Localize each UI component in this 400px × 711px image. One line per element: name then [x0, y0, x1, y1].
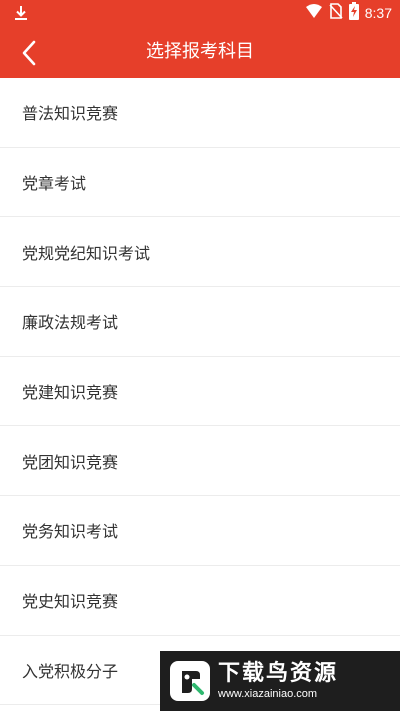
exam-subject-item[interactable]: 党章考试: [0, 148, 400, 218]
toolbar: 选择报考科目: [0, 26, 400, 78]
exam-subject-label: 廉政法规考试: [22, 313, 119, 333]
exam-subject-item[interactable]: 廉政法规考试: [0, 287, 400, 357]
exam-subject-item[interactable]: 普法知识竞赛: [0, 78, 400, 148]
exam-subject-item[interactable]: 党规党纪知识考试: [0, 217, 400, 288]
status-bar: 8:37: [0, 0, 400, 26]
exam-subject-label: 党团知识竞赛: [22, 452, 119, 472]
exam-subject-item[interactable]: 党务知识考试: [0, 496, 400, 566]
back-button[interactable]: [12, 36, 46, 70]
bird-logo-icon: [170, 661, 210, 701]
app-header: 8:37 选择报考科目: [0, 0, 400, 78]
watermark-url: www.xiazainiao.com: [218, 688, 318, 700]
exam-subject-list: 普法知识竞赛 党章考试 党规党纪知识考试 廉政法规考试 党建知识竞赛 党团知识竞…: [0, 78, 400, 706]
status-time: 8:37: [364, 5, 392, 21]
exam-subject-item[interactable]: 党史知识竞赛: [0, 566, 400, 636]
watermark-banner: 下载鸟资源 www.xiazainiao.com: [160, 651, 400, 711]
exam-subject-label: 党史知识竞赛: [22, 592, 119, 612]
watermark-text: 下载鸟资源 www.xiazainiao.com: [218, 661, 338, 701]
exam-subject-label: 入党积极分子: [22, 661, 119, 681]
watermark-title: 下载鸟资源: [218, 661, 339, 686]
exam-subject-label: 党章考试: [22, 174, 87, 194]
exam-subject-label: 党务知识考试: [22, 522, 119, 542]
no-sim-icon: [329, 3, 343, 23]
page-title: 选择报考科目: [146, 41, 254, 62]
exam-subject-label: 党规党纪知识考试: [22, 243, 151, 263]
exam-subject-label: 党建知识竞赛: [22, 383, 119, 403]
exam-subject-item[interactable]: 党建知识竞赛: [0, 357, 400, 427]
chevron-left-icon: [22, 40, 36, 66]
battery-charging-icon: [348, 2, 359, 24]
download-icon: [12, 4, 30, 22]
wifi-icon: [305, 3, 323, 23]
exam-subject-item[interactable]: 党团知识竞赛: [0, 426, 400, 497]
exam-subject-label: 普法知识竞赛: [22, 104, 119, 124]
status-icons: 8:37: [305, 2, 392, 24]
